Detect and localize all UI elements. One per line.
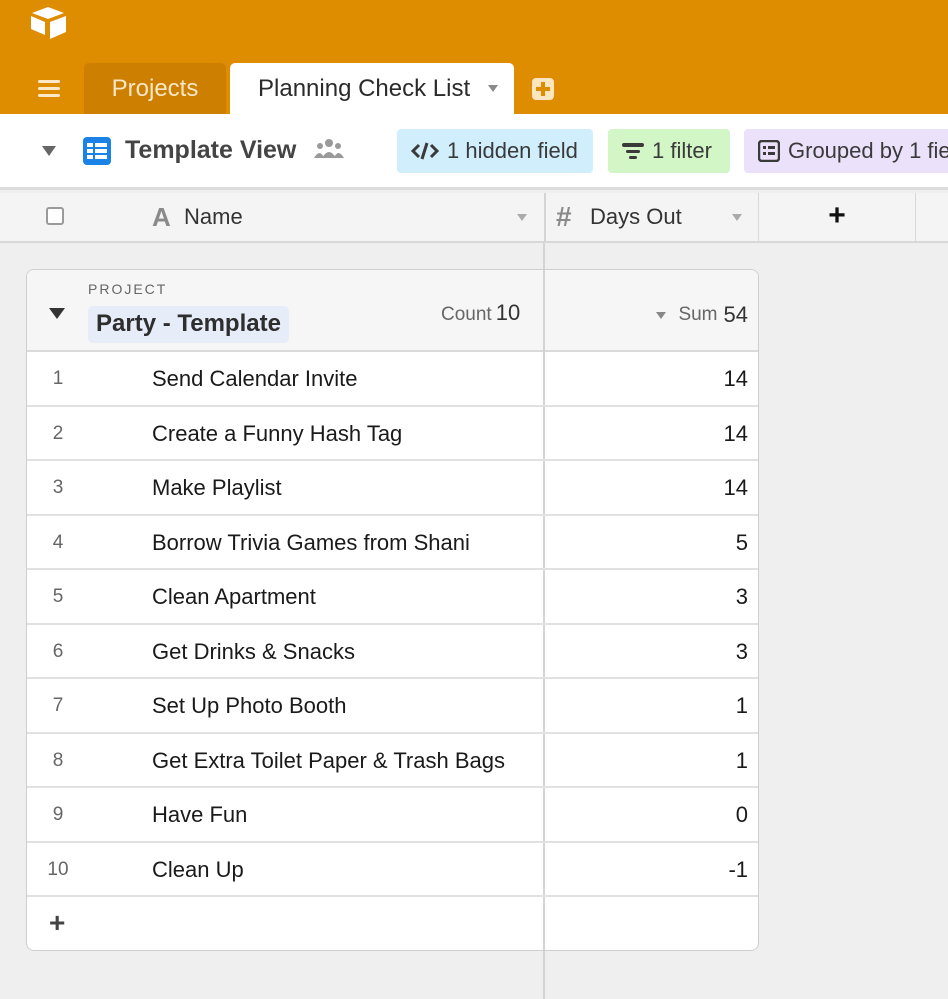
cell-name[interactable]: Clean Up xyxy=(152,857,244,883)
table-row[interactable]: 8 Get Extra Toilet Paper & Trash Bags 1 xyxy=(27,734,758,788)
chevron-down-icon[interactable] xyxy=(517,214,527,221)
tab-planning-check-list[interactable]: Planning Check List xyxy=(230,63,514,114)
cell-days-out[interactable]: 5 xyxy=(736,530,748,556)
table-row[interactable]: 7 Set Up Photo Booth 1 xyxy=(27,679,758,734)
chevron-down-icon[interactable] xyxy=(488,85,498,92)
row-number: 10 xyxy=(47,858,69,880)
cell-days-out[interactable]: -1 xyxy=(728,857,748,883)
summary-caret-icon[interactable] xyxy=(656,311,667,319)
record-group: PROJECT Party - Template Count 10 Sum 54 1… xyxy=(26,269,759,951)
count-value: 10 xyxy=(495,300,521,325)
cell-days-out[interactable]: 14 xyxy=(724,475,748,501)
cell-name[interactable]: Get Extra Toilet Paper & Trash Bags xyxy=(152,748,505,774)
chevron-down-icon[interactable] xyxy=(732,214,742,221)
cell-name[interactable]: Clean Apartment xyxy=(152,584,316,610)
table-row[interactable]: 2 Create a Funny Hash Tag 14 xyxy=(27,407,758,461)
cell-days-out[interactable]: 3 xyxy=(736,584,748,610)
table-row[interactable]: 6 Get Drinks & Snacks 3 xyxy=(27,625,758,679)
sum-value: 54 xyxy=(723,302,748,327)
column-header-days-out[interactable]: # Days Out xyxy=(544,193,758,241)
cell-days-out[interactable]: 1 xyxy=(736,693,748,719)
table-row[interactable]: 9 Have Fun 0 xyxy=(27,788,758,843)
cell-days-out[interactable]: 1 xyxy=(736,748,748,774)
row-number: 5 xyxy=(52,586,64,607)
add-field-button[interactable]: + xyxy=(758,193,916,241)
column-header-name[interactable]: A Name xyxy=(0,193,544,241)
cell-name[interactable]: Make Playlist xyxy=(152,475,282,501)
tab-projects[interactable]: Projects xyxy=(84,63,226,114)
group-field-label: PROJECT xyxy=(88,281,168,297)
view-name[interactable]: Template View xyxy=(125,136,296,165)
cell-days-out[interactable]: 14 xyxy=(724,421,748,447)
group-value-chip: Party - Template xyxy=(88,306,289,343)
row-number: 8 xyxy=(52,749,64,771)
group-button[interactable]: Grouped by 1 field xyxy=(744,129,948,173)
cell-days-out[interactable]: 3 xyxy=(736,639,748,665)
column-header-row: A Name # Days Out + xyxy=(0,193,948,243)
filter-button[interactable]: 1 filter xyxy=(608,129,730,173)
group-icon xyxy=(758,140,780,162)
collapse-group-icon[interactable] xyxy=(49,308,65,319)
table-row[interactable]: 4 Borrow Trivia Games from Shani 5 xyxy=(27,516,758,570)
row-number: 4 xyxy=(52,531,64,553)
collaborative-view-icon[interactable] xyxy=(314,138,344,160)
column-name-label: Name xyxy=(184,204,243,229)
plus-icon: + xyxy=(49,907,66,938)
row-number: 2 xyxy=(52,422,64,444)
row-number: 9 xyxy=(52,804,64,825)
hamburger-menu-icon[interactable] xyxy=(38,80,60,98)
text-field-icon: A xyxy=(152,202,171,232)
view-switcher-caret-icon[interactable] xyxy=(42,146,56,156)
cell-days-out[interactable]: 0 xyxy=(736,802,748,828)
cell-name[interactable]: Create a Funny Hash Tag xyxy=(152,421,402,447)
row-number: 1 xyxy=(52,368,64,389)
filter-icon xyxy=(622,143,644,159)
group-count: Count 10 xyxy=(441,300,520,326)
count-label: Count xyxy=(441,304,492,325)
row-number: 6 xyxy=(52,640,64,662)
group-sum[interactable]: Sum 54 xyxy=(656,302,748,328)
view-toolbar: Template View 1 hidden field 1 filter Gr… xyxy=(0,114,948,190)
tab-label: Projects xyxy=(111,74,199,102)
column-days-label: Days Out xyxy=(590,204,682,229)
hidden-fields-button[interactable]: 1 hidden field xyxy=(397,129,593,173)
cell-name[interactable]: Send Calendar Invite xyxy=(152,366,357,392)
add-table-icon[interactable] xyxy=(532,78,554,100)
group-label: Grouped by 1 field xyxy=(788,138,948,163)
cell-name[interactable]: Set Up Photo Booth xyxy=(152,693,346,719)
app-header: Projects Planning Check List xyxy=(0,0,948,114)
row-number: 7 xyxy=(52,695,64,716)
cell-name[interactable]: Borrow Trivia Games from Shani xyxy=(152,530,470,556)
number-field-icon: # xyxy=(556,201,572,232)
app-logo-icon[interactable] xyxy=(28,5,68,41)
grid-view-icon xyxy=(83,137,111,165)
table-row[interactable]: 3 Make Playlist 14 xyxy=(27,461,758,516)
table-row[interactable]: 1 Send Calendar Invite 14 xyxy=(27,352,758,407)
cell-name[interactable]: Have Fun xyxy=(152,802,247,828)
record-list: 1 Send Calendar Invite 14 2 Create a Funny … xyxy=(27,352,758,950)
cell-name[interactable]: Get Drinks & Snacks xyxy=(152,639,355,665)
group-header: PROJECT Party - Template Count 10 Sum 54 xyxy=(27,270,758,352)
table-row[interactable]: 10 Clean Up -1 xyxy=(27,843,758,897)
sum-label: Sum xyxy=(678,304,718,325)
table-row[interactable]: 5 Clean Apartment 3 xyxy=(27,570,758,625)
row-number: 3 xyxy=(52,477,64,498)
filter-label: 1 filter xyxy=(652,138,712,163)
hidden-field-icon xyxy=(411,142,439,160)
cell-days-out[interactable]: 14 xyxy=(724,366,748,392)
tab-label: Planning Check List xyxy=(258,74,471,102)
hidden-fields-label: 1 hidden field xyxy=(447,138,578,163)
add-record-button[interactable]: + xyxy=(27,897,758,950)
